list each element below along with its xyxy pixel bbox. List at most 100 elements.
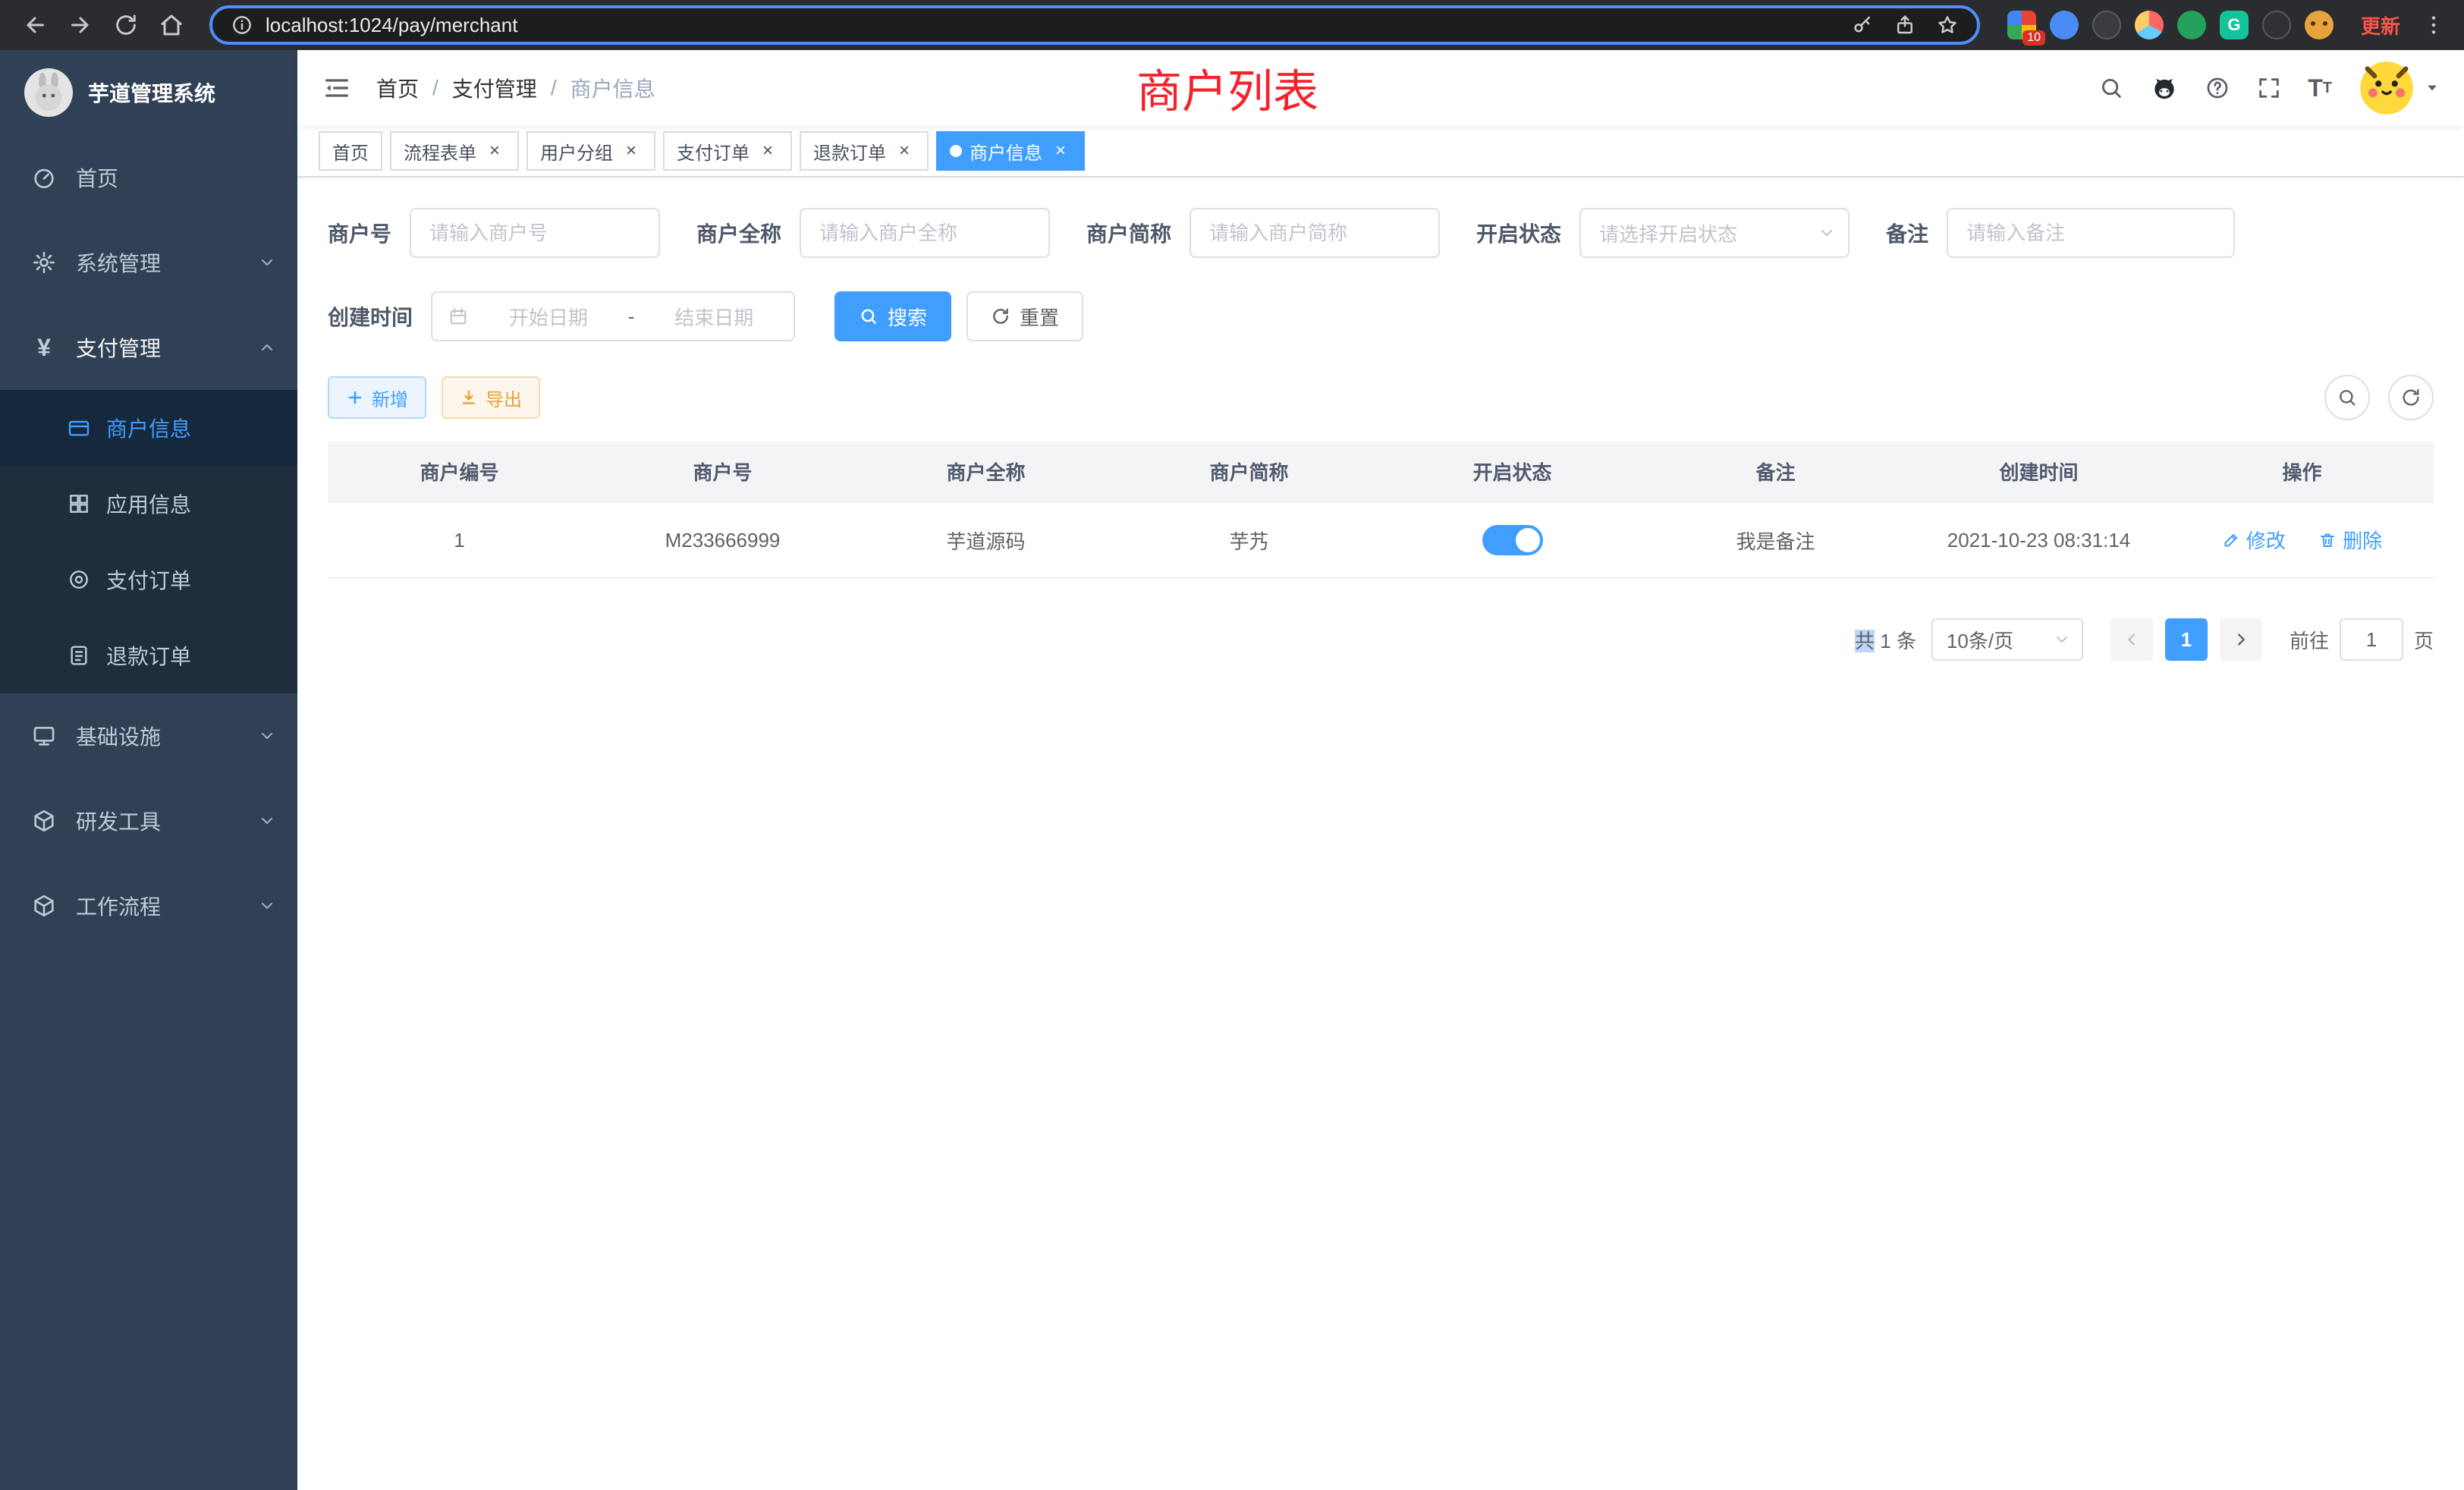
fullscreen-button[interactable] (2256, 75, 2282, 101)
reset-button[interactable]: 重置 (966, 291, 1083, 341)
merchant-no-input[interactable] (410, 208, 660, 258)
font-size-button[interactable]: TT (2308, 76, 2332, 100)
close-icon[interactable]: × (1050, 140, 1071, 162)
search-icon (2337, 387, 2358, 408)
refresh-table-button[interactable] (2388, 375, 2434, 420)
sidebar-item-app-info[interactable]: 应用信息 (0, 466, 297, 542)
add-button[interactable]: 新增 (328, 376, 426, 419)
sidebar-item-system[interactable]: 系统管理 (0, 220, 297, 305)
breadcrumb-home[interactable]: 首页 (376, 73, 419, 103)
short-name-input[interactable] (1190, 208, 1440, 258)
status-toggle[interactable] (1482, 525, 1543, 555)
status-select[interactable]: 请选择开启状态 (1579, 208, 1850, 258)
extension-icon[interactable] (2135, 11, 2164, 39)
browser-home-button[interactable] (152, 5, 191, 45)
close-icon[interactable]: × (894, 140, 915, 162)
add-button-label: 新增 (372, 385, 408, 411)
browser-forward-button[interactable] (61, 5, 100, 45)
extension-icon[interactable]: 10 (2007, 11, 2036, 39)
extension-icon[interactable] (2092, 11, 2121, 39)
reload-icon (113, 12, 139, 38)
sidebar-item-refund-orders[interactable]: 退款订单 (0, 618, 297, 693)
close-icon[interactable]: × (757, 140, 778, 162)
page-title-annotation: 商户列表 (1136, 55, 1318, 121)
workflow-box-icon (30, 893, 58, 919)
home-icon (158, 11, 185, 39)
filter-status: 开启状态 请选择开启状态 (1476, 208, 1850, 258)
caret-down-icon (2425, 80, 2440, 96)
extension-icon[interactable] (2177, 11, 2206, 39)
filter-full-name: 商户全称 (696, 208, 1050, 258)
tab-merchant-info[interactable]: 商户信息 × (936, 131, 1085, 171)
page-number-1[interactable]: 1 (2165, 618, 2208, 661)
browser-menu-button[interactable] (2418, 13, 2449, 37)
date-separator: - (628, 305, 635, 328)
github-link[interactable] (2150, 74, 2179, 102)
sidebar-item-infrastructure[interactable]: 基础设施 (0, 693, 297, 778)
tab-pay-orders[interactable]: 支付订单 × (663, 131, 792, 171)
close-icon[interactable]: × (484, 140, 505, 162)
filter-label: 备注 (1886, 218, 1928, 248)
address-bar[interactable]: localhost:1024/pay/merchant (209, 5, 1980, 45)
create-time-range-picker[interactable]: 开始日期 - 结束日期 (431, 291, 795, 341)
back-arrow-icon (21, 11, 49, 39)
prev-page-button[interactable] (2110, 618, 2153, 661)
password-key-icon[interactable] (1851, 14, 1874, 36)
hamburger-icon (322, 73, 352, 103)
goto-page-input[interactable] (2340, 618, 2403, 661)
docs-help-button[interactable] (2205, 75, 2230, 101)
table-row: 1 M233666999 芋道源码 芋艿 我是备注 2021-10-23 08:… (328, 502, 2434, 578)
col-actions: 操作 (2170, 442, 2434, 502)
font-size-icon: T (2308, 76, 2323, 100)
next-page-button[interactable] (2220, 618, 2262, 661)
export-button[interactable]: 导出 (442, 376, 540, 419)
app-logo[interactable]: 芋道管理系统 (0, 50, 297, 135)
breadcrumb: 首页 / 支付管理 / 商户信息 (376, 73, 655, 103)
sidebar-item-workflow[interactable]: 工作流程 (0, 863, 297, 948)
sidebar-item-home[interactable]: 首页 (0, 135, 297, 220)
sidebar-item-pay-orders[interactable]: 支付订单 (0, 542, 297, 618)
page-size-select[interactable]: 10条/页 (1931, 618, 2083, 661)
col-merchant-id: 商户编号 (328, 442, 591, 502)
remark-input[interactable] (1947, 208, 2235, 258)
search-button[interactable]: 搜索 (834, 291, 951, 341)
credit-card-icon (67, 416, 91, 440)
extension-icon[interactable] (2305, 11, 2334, 39)
filter-create-time: 创建时间 开始日期 - 结束日期 (328, 291, 795, 341)
sidebar-item-merchant-info[interactable]: 商户信息 (0, 390, 297, 466)
browser-back-button[interactable] (15, 5, 55, 45)
full-name-input[interactable] (800, 208, 1050, 258)
edit-button[interactable]: 修改 (2222, 526, 2286, 554)
breadcrumb-payment[interactable]: 支付管理 (452, 73, 537, 103)
select-placeholder: 请选择开启状态 (1599, 219, 1737, 247)
yen-icon: ¥ (30, 334, 58, 362)
bookmark-star-icon[interactable] (1936, 14, 1959, 36)
site-info-icon[interactable] (231, 14, 253, 36)
header-search-button[interactable] (2098, 75, 2124, 101)
sidebar-item-dev-tools[interactable]: 研发工具 (0, 778, 297, 863)
browser-update-button[interactable]: 更新 (2361, 11, 2400, 39)
tab-home[interactable]: 首页 (319, 131, 382, 171)
url-text[interactable]: localhost:1024/pay/merchant (266, 14, 517, 37)
close-icon[interactable]: × (621, 140, 642, 162)
user-menu[interactable] (2358, 59, 2440, 117)
sidebar-collapse-button[interactable] (322, 73, 352, 103)
extension-icon[interactable]: G (2220, 11, 2249, 39)
table-header-row: 商户编号 商户号 商户全称 商户简称 开启状态 备注 创建时间 操作 (328, 442, 2434, 502)
extension-icon[interactable] (2262, 11, 2291, 39)
sidebar-item-payment[interactable]: ¥ 支付管理 (0, 305, 297, 390)
merchant-list-page: 商户号 商户全称 商户简称 开启状态 请选择开启状态 (297, 178, 2464, 1490)
tab-process-form[interactable]: 流程表单 × (390, 131, 519, 171)
box-icon (30, 808, 58, 834)
cell-short-name: 芋艿 (1117, 502, 1381, 578)
share-icon[interactable] (1894, 14, 1916, 36)
toggle-search-button[interactable] (2324, 375, 2370, 420)
download-icon (460, 388, 478, 407)
sidebar-item-label: 基础设施 (76, 721, 161, 751)
tab-refund-orders[interactable]: 退款订单 × (800, 131, 929, 171)
delete-button[interactable]: 删除 (2318, 526, 2382, 554)
search-icon (2098, 75, 2124, 101)
extension-icon[interactable] (2050, 11, 2079, 39)
tab-user-group[interactable]: 用户分组 × (526, 131, 655, 171)
browser-reload-button[interactable] (106, 5, 146, 45)
